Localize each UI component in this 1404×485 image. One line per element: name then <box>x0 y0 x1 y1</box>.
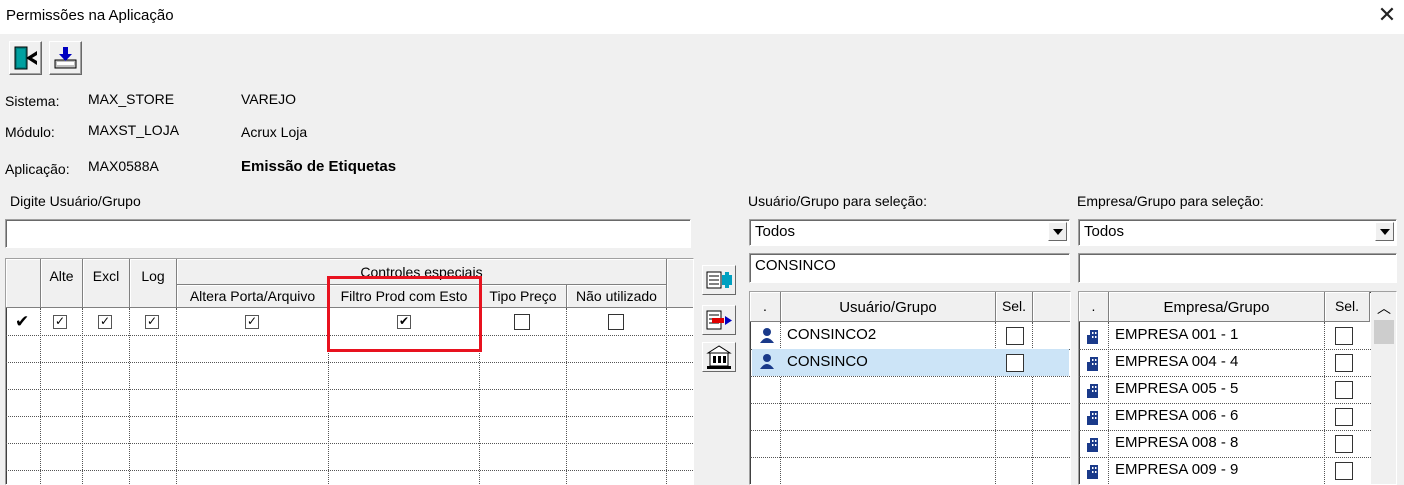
close-icon[interactable]: ✕ <box>1372 2 1402 30</box>
user-search-input[interactable] <box>5 219 691 248</box>
building-icon <box>1087 438 1098 452</box>
user-type-combo[interactable]: Todos <box>749 219 1070 246</box>
header-excl[interactable]: Excl <box>83 259 130 308</box>
checkmark-icon: ✓ <box>55 314 66 328</box>
user-header-dot: . <box>750 292 781 322</box>
building-icon <box>1087 384 1098 398</box>
excl-checkbox[interactable]: ✓ <box>98 315 112 329</box>
remove-user-button[interactable] <box>702 305 736 335</box>
aplicacao-desc: Emissão de Etiquetas <box>241 158 397 175</box>
exit-door-icon <box>14 46 37 70</box>
user-search-label: Digite Usuário/Grupo <box>10 193 141 209</box>
company-sel-checkbox[interactable] <box>1335 408 1353 426</box>
building-icon <box>1087 465 1098 479</box>
user-panel-label: Usuário/Grupo para seleção: <box>748 193 927 209</box>
company-name: EMPRESA 005 - 5 <box>1115 380 1239 397</box>
company-name: EMPRESA 004 - 4 <box>1115 353 1239 370</box>
scroll-up-icon[interactable]: ︿ <box>1375 298 1393 318</box>
user-grid: . Usuário/Grupo Sel. CONSINCO2 CONSINCO <box>749 291 1071 485</box>
building-icon <box>1087 330 1098 344</box>
user-name: CONSINCO <box>787 353 868 370</box>
company-type-combo[interactable]: Todos <box>1078 219 1397 246</box>
user-filter-input[interactable]: CONSINCO <box>749 253 1070 283</box>
highlight-box <box>327 276 482 352</box>
title-bar: Permissões na Aplicação ✕ <box>0 0 1404 34</box>
nao-utilizado-checkbox[interactable] <box>608 314 624 330</box>
company-sel-checkbox[interactable] <box>1335 462 1353 480</box>
chevron-down-icon[interactable] <box>1375 222 1394 241</box>
sistema-label: Sistema: <box>5 93 60 109</box>
vertical-scrollbar[interactable]: ︿ <box>1371 292 1396 484</box>
checkmark-icon: ✓ <box>100 314 111 328</box>
modulo-code: MAXST_LOJA <box>88 122 180 138</box>
sistema-code: MAX_STORE <box>88 91 175 107</box>
modulo-desc: Acrux Loja <box>241 124 308 140</box>
aplicacao-code: MAX0588A <box>88 158 159 174</box>
chevron-down-icon[interactable] <box>1048 222 1067 241</box>
window-title: Permissões na Aplicação <box>6 7 174 24</box>
company-button[interactable] <box>702 342 736 372</box>
checkmark-icon: ✓ <box>147 314 158 328</box>
company-sel-checkbox[interactable] <box>1335 327 1353 345</box>
building-icon <box>706 345 732 369</box>
user-icon <box>760 328 774 343</box>
company-sel-checkbox[interactable] <box>1335 435 1353 453</box>
company-sel-checkbox[interactable] <box>1335 381 1353 399</box>
user-header-sel[interactable]: Sel. <box>996 292 1033 322</box>
company-header-name[interactable]: Empresa/Grupo <box>1109 292 1325 322</box>
header-altera-porta[interactable]: Altera Porta/Arquivo <box>177 285 329 308</box>
header-log[interactable]: Log <box>130 259 177 308</box>
header-tipo-preco[interactable]: Tipo Preço <box>480 285 567 308</box>
company-name: EMPRESA 006 - 6 <box>1115 407 1239 424</box>
row-marker-icon: ✔ <box>15 312 30 332</box>
grid-corner-header <box>6 259 41 308</box>
header-alte[interactable]: Alte <box>41 259 83 308</box>
modulo-label: Módulo: <box>5 124 55 140</box>
exit-button[interactable] <box>9 41 42 75</box>
add-user-button[interactable] <box>702 265 736 295</box>
company-panel-label: Empresa/Grupo para seleção: <box>1077 193 1264 209</box>
building-icon <box>1087 411 1098 425</box>
user-name: CONSINCO2 <box>787 326 877 343</box>
scrollbar-thumb[interactable] <box>1374 320 1394 344</box>
company-name: EMPRESA 001 - 1 <box>1115 326 1239 343</box>
company-header-dot: . <box>1079 292 1109 322</box>
log-checkbox[interactable]: ✓ <box>145 315 159 329</box>
user-sel-checkbox[interactable] <box>1006 327 1024 345</box>
user-header-name[interactable]: Usuário/Grupo <box>781 292 996 322</box>
company-grid: . Empresa/Grupo Sel. EMPRESA 001 - 1 EMPR… <box>1078 291 1397 485</box>
add-user-icon <box>706 271 732 289</box>
user-icon <box>760 354 774 369</box>
company-header-sel[interactable]: Sel. <box>1325 292 1370 322</box>
company-name: EMPRESA 009 - 9 <box>1115 461 1239 478</box>
header-filler <box>667 259 693 308</box>
tipo-preco-checkbox[interactable] <box>514 314 530 330</box>
remove-user-icon <box>706 310 732 330</box>
company-sel-checkbox[interactable] <box>1335 354 1353 372</box>
save-download-icon <box>54 47 77 69</box>
building-icon <box>1087 357 1098 371</box>
company-filter-input[interactable] <box>1078 253 1397 283</box>
user-sel-checkbox[interactable] <box>1006 354 1024 372</box>
altera-porta-checkbox[interactable]: ✓ <box>245 315 259 329</box>
checkmark-icon: ✓ <box>247 314 258 328</box>
aplicacao-label: Aplicação: <box>5 161 70 177</box>
user-header-filler <box>1033 292 1070 322</box>
header-nao-utilizado[interactable]: Não utilizado <box>567 285 667 308</box>
save-button[interactable] <box>49 41 82 75</box>
company-name: EMPRESA 008 - 8 <box>1115 434 1239 451</box>
alte-checkbox[interactable]: ✓ <box>53 315 67 329</box>
sistema-desc: VAREJO <box>241 91 296 107</box>
